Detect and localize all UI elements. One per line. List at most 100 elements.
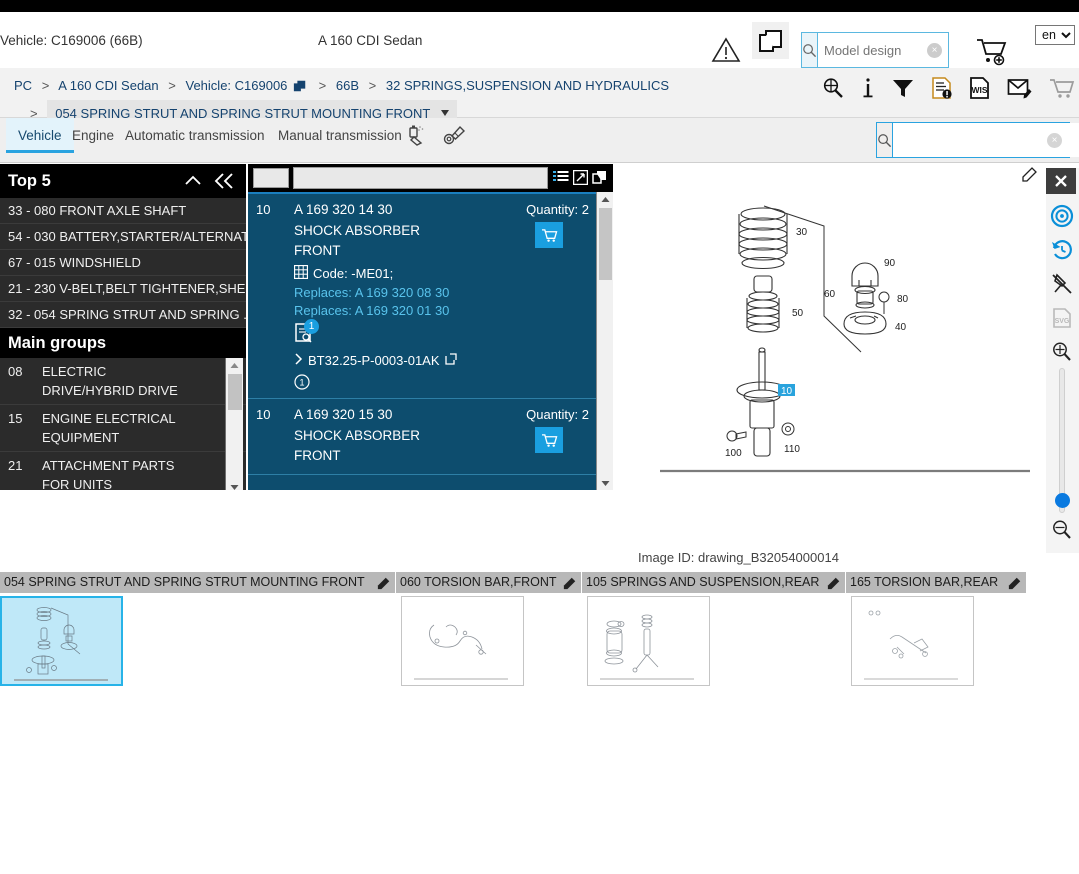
part-number[interactable]: A 169 320 15 30 [294,407,509,422]
edit-pencil-icon[interactable] [1008,576,1022,590]
breadcrumb-item-1[interactable]: A 160 CDI Sedan [58,78,158,93]
main-group-item-08[interactable]: 08 ELECTRIC DRIVE/HYBRID DRIVE [0,358,246,405]
scroll-down-arrow-icon[interactable] [597,476,613,490]
add-to-cart-button[interactable] [535,222,563,248]
zoom-slider-track[interactable] [1059,368,1065,513]
edit-pencil-icon[interactable] [827,576,841,590]
breadcrumb-item-3[interactable]: 66B [336,78,359,93]
image-id-label: Image ID: drawing_B32054000014 [638,550,839,565]
history-undo-icon[interactable] [1048,236,1076,264]
clear-icon[interactable]: × [927,43,942,58]
zoom-in-icon[interactable] [1048,338,1076,366]
parts-list-scrollbar[interactable] [596,192,613,490]
top5-item-0[interactable]: 33 - 080 FRONT AXLE SHAFT [0,198,246,224]
copy-icon[interactable] [592,169,608,185]
edit-pencil-icon[interactable] [377,576,391,590]
edit-pencil-icon[interactable] [563,576,577,590]
bolt-screw-icon[interactable] [442,123,466,152]
thumbnail-item[interactable]: 165 TORSION BAR,REAR [846,572,1026,686]
close-window-icon[interactable] [1046,168,1076,194]
info-icon[interactable] [861,76,875,100]
parts-search[interactable]: × [876,122,1079,158]
target-circle-icon[interactable] [1048,202,1076,230]
mail-edit-icon[interactable] [1007,76,1033,100]
part-description-1: SHOCK ABSORBER [294,428,421,443]
part-row[interactable]: 10 A 169 320 15 30 SHOCK ABSORBER FRONT … [248,399,613,475]
tab-automatic-transmission[interactable]: Automatic transmission [113,118,277,153]
part-code-text: Code: -ME01; [313,266,394,281]
breadcrumb-toolbar: WIS [821,76,1075,100]
tab-manual-transmission[interactable]: Manual transmission [266,118,414,153]
part-row[interactable]: 10 A 169 320 14 30 SHOCK ABSORBER FRONT … [248,192,613,399]
scrollbar-thumb[interactable] [228,374,242,410]
warning-triangle-icon[interactable] [711,36,741,64]
chevron-down-icon[interactable] [440,110,449,116]
top5-item-2[interactable]: 67 - 015 WINDSHIELD [0,250,246,276]
thumbnail-item[interactable]: 060 TORSION BAR,FRONT [396,572,581,686]
drawing-toolbar: SVG [1046,168,1079,553]
parts-header-icons [553,169,608,185]
zoom-in-search-icon[interactable] [821,76,845,100]
breadcrumb-item-4[interactable]: 32 SPRINGS,SUSPENSION AND HYDRAULICS [386,78,669,93]
main-groups-scrollbar[interactable] [225,358,243,490]
thumbnail-image[interactable] [587,596,710,686]
callout-80: 80 [897,294,909,305]
thumbnail-caption[interactable]: 105 SPRINGS AND SUSPENSION,REAR [582,572,845,593]
thumbnail-item[interactable]: 105 SPRINGS AND SUSPENSION,REAR [582,572,845,686]
clear-icon[interactable]: × [1047,133,1062,148]
scroll-up-arrow-icon[interactable] [597,192,613,206]
model-design-search[interactable]: × [801,32,1006,68]
thumbnail-image[interactable] [851,596,974,686]
thumbnail-item[interactable]: 054 SPRING STRUT AND SPRING STRUT MOUNTI… [0,572,395,686]
main-group-item-15[interactable]: 15 ENGINE ELECTRICAL EQUIPMENT [0,405,246,452]
add-to-cart-button[interactable] [535,427,563,453]
thumbnail-caption[interactable]: 060 TORSION BAR,FRONT [396,572,581,593]
copy-documents-icon[interactable] [752,22,789,59]
list-view-icon[interactable] [553,169,569,185]
top5-item-3[interactable]: 21 - 230 V-BELT,BELT TIGHTENER,SHE... [0,276,246,302]
zoom-out-icon[interactable] [1048,516,1076,544]
thumbnail-image[interactable] [401,596,524,686]
part-replaces-1[interactable]: Replaces: A 169 320 01 30 [294,303,509,318]
parts-filter-field[interactable] [293,167,548,189]
scroll-down-arrow-icon[interactable] [226,480,243,490]
part-link[interactable]: BT32.25-P-0003-01AK [294,353,509,368]
parts-filter-box[interactable] [253,168,289,188]
paint-spray-icon[interactable] [406,123,430,152]
external-link-icon[interactable] [444,353,457,368]
left-panel: Top 5 33 - 080 FRONT AXLE SHAFT 54 - 030… [0,164,246,490]
language-selector[interactable]: en [1035,25,1075,45]
footnote-circle-icon[interactable]: 1 [294,374,310,390]
search-icon[interactable] [877,123,893,157]
double-chevron-left-icon[interactable] [212,170,236,204]
unpin-icon[interactable] [1048,270,1076,298]
wis-document-icon[interactable]: WIS [969,76,991,100]
search-icon[interactable] [802,33,818,67]
top5-item-1[interactable]: 54 - 030 BATTERY,STARTER/ALTERNAT... [0,224,246,250]
copy-vehicle-icon[interactable] [293,77,307,100]
top5-item-4[interactable]: 32 - 054 SPRING STRUT AND SPRING ... [0,302,246,328]
expand-icon[interactable] [573,169,588,185]
cart-icon[interactable] [1049,76,1075,100]
part-quantity: Quantity: 2 [526,202,589,217]
main-group-item-21[interactable]: 21 ATTACHMENT PARTS FOR UNITS [0,452,246,490]
part-replaces-0[interactable]: Replaces: A 169 320 08 30 [294,285,509,300]
chevron-up-icon[interactable] [182,170,204,204]
breadcrumb-item-2[interactable]: Vehicle: C169006 [186,78,288,93]
scrollbar-thumb[interactable] [599,208,612,280]
part-number[interactable]: A 169 320 14 30 [294,202,509,217]
document-alert-icon[interactable] [931,76,953,100]
thumbnail-caption[interactable]: 165 TORSION BAR,REAR [846,572,1026,593]
svg-export-icon[interactable]: SVG [1048,304,1076,332]
document-search-icon[interactable]: 1 [294,319,319,345]
cart-add-icon[interactable] [975,36,1009,66]
parts-technical-drawing[interactable]: 30 50 10 100 110 90 60 80 40 [616,184,1044,484]
breadcrumb-item-0[interactable]: PC [14,78,32,93]
scroll-up-arrow-icon[interactable] [226,358,243,372]
main-group-label: ATTACHMENT PARTS FOR UNITS [42,458,175,490]
thumbnail-image[interactable] [0,596,123,686]
zoom-slider-knob[interactable] [1055,493,1070,508]
tab-extra-icons [406,123,466,152]
filter-funnel-icon[interactable] [891,76,915,100]
thumbnail-caption[interactable]: 054 SPRING STRUT AND SPRING STRUT MOUNTI… [0,572,395,593]
